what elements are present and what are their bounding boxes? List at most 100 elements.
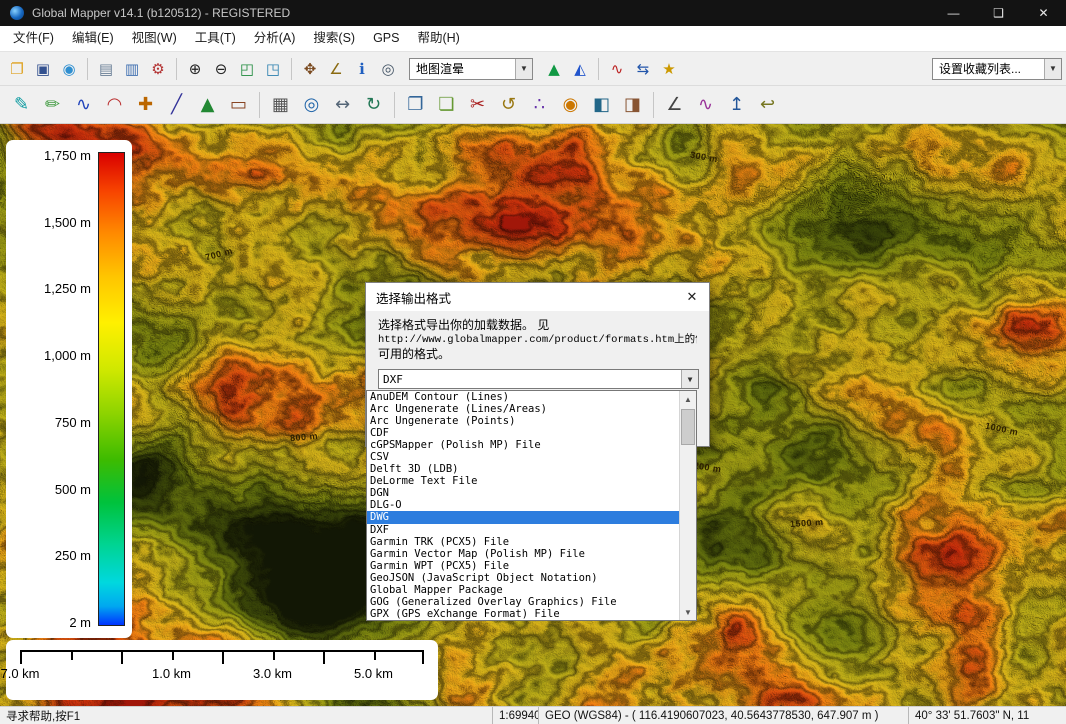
format-list-item[interactable]: GeoJSON (JavaScript Object Notation) [367,572,679,584]
create-area-icon[interactable]: ▲ [192,89,223,120]
scale-tick [171,652,174,660]
copy-feature-icon[interactable]: ❐ [400,89,431,120]
icon-glyph: ∠ [666,94,683,115]
download-online-data-icon[interactable]: ◉ [56,56,82,82]
menu-item[interactable]: 搜索(S) [304,26,364,51]
chevron-down-icon[interactable]: ▼ [681,370,698,388]
maximize-button[interactable]: ❑ [976,0,1021,26]
app-globe-icon [10,6,24,20]
menu-item[interactable]: 工具(T) [186,26,245,51]
menu-item[interactable]: 帮助(H) [408,26,468,51]
chevron-down-icon[interactable]: ▼ [1044,58,1061,79]
format-list-item[interactable]: Garmin WPT (PCX5) File [367,560,679,572]
scroll-thumb[interactable] [681,409,695,445]
move-feature-icon[interactable]: ↔ [327,89,358,120]
save-workspace-icon[interactable]: ▣ [30,56,56,82]
split-features-icon[interactable]: ◨ [617,89,648,120]
create-point-icon[interactable]: ✚ [130,89,161,120]
toolbar-separator [291,57,292,80]
map-display-type-combo[interactable]: 地图渲晕 ▼ [409,57,533,80]
create-grid-icon[interactable]: ▦ [265,89,296,120]
zoom-in-icon[interactable]: ⊕ [182,56,208,82]
format-list-item[interactable]: cGPSMapper (Polish MP) File [367,439,679,451]
icon-glyph: ◨ [623,94,641,115]
menu-item[interactable]: 分析(A) [245,26,305,51]
format-list-item[interactable]: GPX (GPS eXchange Format) File [367,608,679,620]
minimize-button[interactable]: — [931,0,976,26]
format-list-item[interactable]: Garmin TRK (PCX5) File [367,536,679,548]
create-spline-icon[interactable]: ∿ [68,89,99,120]
menu-item[interactable]: 编辑(E) [63,26,123,51]
path-profile-icon[interactable]: ∿ [604,56,630,82]
format-list-item[interactable]: DGN [367,487,679,499]
format-list-item[interactable]: Arc Ungenerate (Points) [367,415,679,427]
scale-label: 3.0 km [252,666,293,681]
format-list-item[interactable]: DLG-O [367,499,679,511]
format-list-item[interactable]: DWG [367,511,679,524]
create-line-icon[interactable]: ╱ [161,89,192,120]
open-data-icon[interactable]: ❐ [4,56,30,82]
terrain-shader-icon[interactable]: ▲ [541,56,567,82]
edit-feature-icon[interactable]: ✏ [37,89,68,120]
favorites-list-combo[interactable]: 设置收藏列表... ▼ [932,57,1062,80]
chevron-down-icon[interactable]: ▼ [515,58,532,79]
digitizer-tool-icon[interactable]: ✎ [6,89,37,120]
measure-digitizer-icon[interactable]: ∠ [659,89,690,120]
map-catalog-icon[interactable]: ▥ [119,56,145,82]
menu-item[interactable]: GPS [364,26,408,51]
format-list-item[interactable]: AnuDEM Contour (Lines) [367,391,679,403]
delete-feature-icon[interactable]: ✂ [462,89,493,120]
scroll-down-icon[interactable]: ▼ [680,604,696,620]
format-list-item[interactable]: Garmin Vector Map (Polish MP) File [367,548,679,560]
zoom-window-icon[interactable]: ◳ [260,56,286,82]
overlay-control-center-icon[interactable]: ▤ [93,56,119,82]
format-list-item[interactable]: CDF [367,427,679,439]
create-range-rings-icon[interactable]: ◎ [296,89,327,120]
format-list-item[interactable]: Global Mapper Package [367,584,679,596]
undo-edit-icon[interactable]: ↺ [493,89,524,120]
favorite-views-icon[interactable]: ★ [656,56,682,82]
revert-edits-icon[interactable]: ↩ [752,89,783,120]
dialog-body: 选择格式导出你的加载数据。 见 http://www.globalmapper.… [366,311,709,362]
scroll-up-icon[interactable]: ▲ [680,391,696,407]
create-arc-icon[interactable]: ◠ [99,89,130,120]
zoom-out-icon[interactable]: ⊖ [208,56,234,82]
format-list-item[interactable]: DXF [367,524,679,536]
search-binoculars-icon[interactable]: ◎ [375,56,401,82]
format-list-item[interactable]: CSV [367,451,679,463]
vertex-edit-icon[interactable]: ∴ [524,89,555,120]
format-list-item[interactable]: Arc Ungenerate (Lines/Areas) [367,403,679,415]
map-display-type-value: 地图渲晕 [416,62,465,76]
icon-glyph: ✥ [303,59,317,78]
combine-areas-icon[interactable]: ◧ [586,89,617,120]
feature-info-icon[interactable]: ℹ [349,56,375,82]
icon-glyph: ↩ [759,94,776,115]
dialog-close-icon[interactable]: ✕ [675,283,709,311]
profile-digitizer-icon[interactable]: ∿ [690,89,721,120]
overlay-tool-group: ▤ ▥ ⚙ [93,56,171,82]
icon-glyph: ◉ [562,94,579,115]
dialog-text-line3: 可用的格式。 [378,347,451,361]
list-scrollbar[interactable]: ▲ ▼ [679,391,696,620]
measure-tool-icon[interactable]: ∠ [323,56,349,82]
format-combobox[interactable]: DXF ▼ [378,369,699,389]
format-list-item[interactable]: Delft 3D (LDB) [367,463,679,475]
create-rectangle-icon[interactable]: ▭ [223,89,254,120]
format-list-item[interactable]: GOG (Generalized Overlay Graphics) File [367,596,679,608]
snap-toggle-icon[interactable]: ◉ [555,89,586,120]
menu-item[interactable]: 文件(F) [4,26,63,51]
rotate-feature-icon[interactable]: ↻ [358,89,389,120]
icon-glyph: ◭ [574,59,586,78]
configuration-icon[interactable]: ⚙ [145,56,171,82]
view-3d-icon[interactable]: ◭ [567,56,593,82]
full-view-icon[interactable]: ◰ [234,56,260,82]
close-button[interactable]: ✕ [1021,0,1066,26]
export-selected-icon[interactable]: ↥ [721,89,752,120]
paste-feature-icon[interactable]: ❏ [431,89,462,120]
image-swipe-icon[interactable]: ⇆ [630,56,656,82]
legend-label: 1,250 m [44,281,91,297]
pan-hand-icon[interactable]: ✥ [297,56,323,82]
menu-item[interactable]: 视图(W) [123,26,186,51]
zoom-tool-group: ⊕ ⊖ ◰ ◳ [182,56,286,82]
format-list-item[interactable]: DeLorme Text File [367,475,679,487]
